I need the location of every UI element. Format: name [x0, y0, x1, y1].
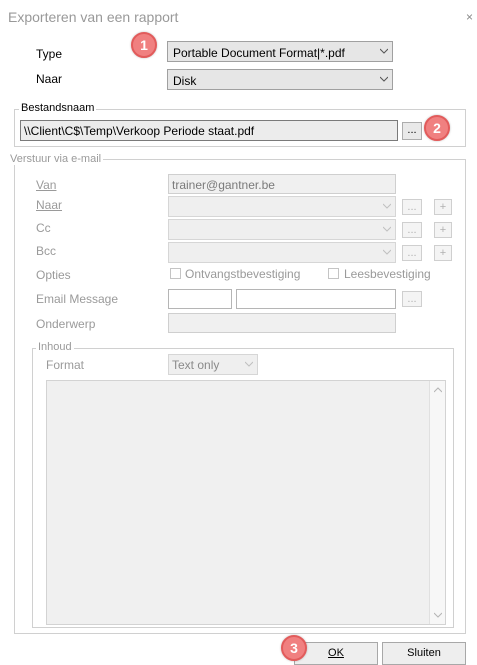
lees-checkbox[interactable] — [328, 268, 339, 279]
type-select[interactable]: Portable Document Format|*.pdf — [167, 41, 393, 62]
step-badge-1: 1 — [131, 32, 157, 58]
filename-group-label: Bestandsnaam — [19, 102, 97, 114]
van-input[interactable]: trainer@gantner.be — [168, 174, 396, 194]
message-body[interactable] — [46, 380, 446, 625]
bcc-browse-button[interactable]: ... — [402, 245, 422, 261]
naar-email-label: Naar — [36, 198, 63, 212]
chevron-down-icon — [380, 76, 388, 82]
destination-select[interactable]: Disk — [167, 69, 393, 90]
chevron-down-icon — [380, 48, 388, 54]
filename-input[interactable]: \\Client\C$\Temp\Verkoop Periode staat.p… — [20, 120, 398, 141]
close-button-label: Sluiten — [407, 647, 441, 659]
naar-email-select[interactable] — [168, 196, 396, 217]
format-label: Format — [46, 358, 85, 372]
cc-browse-button[interactable]: ... — [402, 222, 422, 238]
opties-label: Opties — [36, 268, 71, 282]
cc-add-button[interactable]: + — [434, 222, 452, 238]
format-select[interactable]: Text only — [168, 354, 258, 375]
chevron-down-icon — [383, 249, 391, 255]
scroll-down-icon[interactable] — [434, 612, 442, 618]
ok-button-label: OK — [328, 647, 344, 659]
email-message-input[interactable] — [236, 289, 396, 309]
scroll-up-icon[interactable] — [434, 387, 442, 393]
naar-browse-button[interactable]: ... — [402, 199, 422, 215]
cc-select[interactable] — [168, 219, 396, 240]
format-select-value: Text only — [172, 358, 220, 372]
content-group-label: Inhoud — [36, 341, 74, 353]
close-button[interactable]: Sluiten — [382, 642, 466, 665]
type-select-value: Portable Document Format|*.pdf — [173, 46, 345, 60]
step-badge-3: 3 — [281, 635, 307, 661]
lees-label: Leesbevestiging — [344, 267, 431, 281]
ontvangst-label: Ontvangstbevestiging — [185, 267, 301, 281]
bcc-select[interactable] — [168, 242, 396, 263]
step-badge-2: 2 — [424, 115, 450, 141]
naar-label: Naar — [36, 72, 63, 86]
naar-add-button[interactable]: + — [434, 199, 452, 215]
ontvangst-checkbox[interactable] — [170, 268, 181, 279]
chevron-down-icon — [245, 361, 253, 367]
browse-button[interactable]: ... — [402, 122, 422, 140]
chevron-down-icon — [383, 226, 391, 232]
email-message-browse-button[interactable]: ... — [402, 291, 422, 307]
email-group-label: Verstuur via e-mail — [8, 153, 104, 165]
bcc-add-button[interactable]: + — [434, 245, 452, 261]
cc-label: Cc — [36, 221, 51, 235]
message-scrollbar[interactable] — [429, 381, 445, 624]
onderwerp-input[interactable] — [168, 313, 396, 333]
van-label: Van — [36, 178, 57, 192]
bcc-label: Bcc — [36, 244, 57, 258]
onderwerp-label: Onderwerp — [36, 317, 96, 331]
destination-select-value: Disk — [173, 74, 197, 88]
type-label: Type — [36, 47, 63, 61]
close-icon[interactable]: × — [466, 10, 473, 24]
chevron-down-icon — [383, 203, 391, 209]
email-message-short-input[interactable] — [168, 289, 232, 309]
email-message-label: Email Message — [36, 292, 119, 306]
dialog-title: Exporteren van een rapport — [8, 9, 179, 25]
